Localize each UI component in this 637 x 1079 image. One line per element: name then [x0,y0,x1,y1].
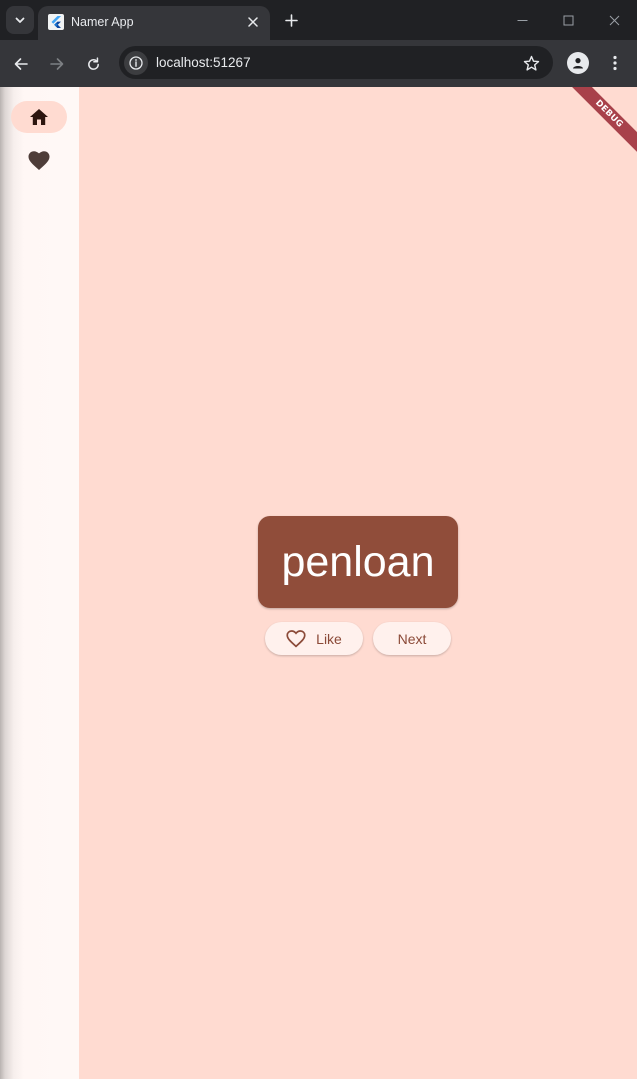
site-info-button[interactable] [124,51,148,75]
word-pair-text: penloan [281,538,435,586]
word-pair-card: penloan [258,516,458,608]
tab-close-button[interactable] [244,13,262,31]
minimize-icon [517,19,527,21]
flutter-logo-icon [48,14,64,30]
maximize-button[interactable] [558,10,578,30]
window-close-button[interactable] [604,10,624,30]
home-icon [30,109,48,125]
rail-destination-favorites[interactable] [11,145,67,177]
new-tab-button[interactable] [280,9,302,31]
tab-title: Namer App [71,15,134,29]
next-button-label: Next [397,630,427,647]
browser-tab[interactable]: Namer App [38,6,270,40]
arrow-right-icon [50,58,64,70]
star-icon [523,55,539,71]
minimize-button[interactable] [512,10,532,30]
like-button[interactable]: Like [265,622,363,655]
app-viewport: penloan Like Next DEBUG [0,87,637,1079]
browser-tab-strip: Namer App [0,0,637,40]
close-icon [609,15,619,25]
browser-menu-button[interactable] [604,51,626,75]
like-button-label: Like [316,630,342,647]
close-icon [248,17,258,27]
navigation-rail [0,87,79,1079]
rail-destination-home[interactable] [11,101,67,133]
browser-toolbar: localhost:51267 [0,40,637,87]
generator-page: penloan Like Next [79,87,637,1079]
forward-button[interactable] [44,51,70,77]
heart-outline-icon [286,629,306,648]
reload-button[interactable] [80,51,106,77]
person-icon [573,58,583,69]
profile-button[interactable] [567,52,589,74]
back-button[interactable] [8,51,34,77]
bookmark-button[interactable] [521,53,541,73]
next-button[interactable]: Next [373,622,451,655]
reload-icon [87,56,99,70]
tab-search-button[interactable] [6,6,34,34]
address-bar[interactable]: localhost:51267 [119,46,553,79]
chevron-down-icon [15,17,25,23]
info-icon [129,56,143,70]
arrow-left-icon [14,58,28,70]
more-vert-icon [613,55,617,71]
heart-icon [28,151,50,170]
url-text[interactable]: localhost:51267 [156,55,251,71]
plus-icon [284,13,298,27]
maximize-icon [563,15,573,25]
